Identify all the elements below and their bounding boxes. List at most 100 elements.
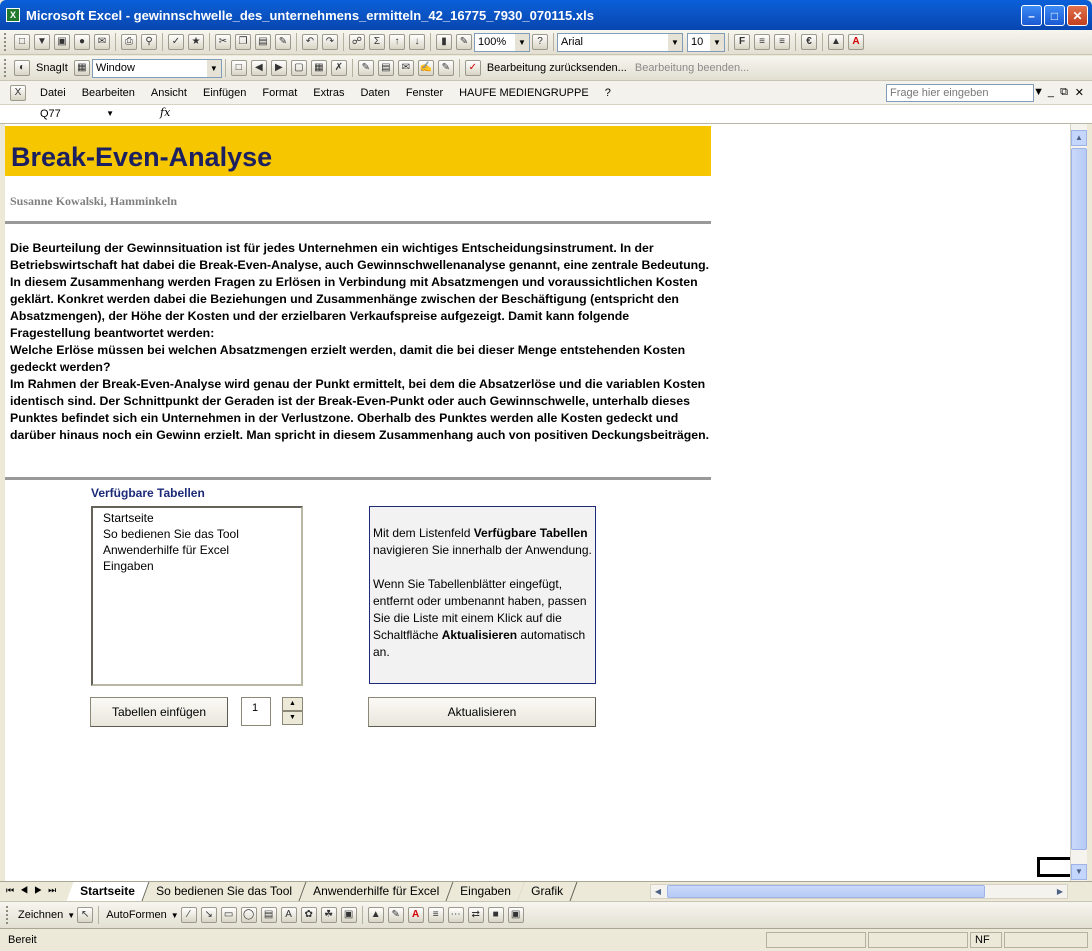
autoshapes-button[interactable]: AutoFormen [106,909,167,921]
doc-minimize-icon[interactable]: _ [1048,86,1054,98]
font-size-select[interactable]: 10 ▼ [687,32,725,52]
chevron-down-icon[interactable]: ▼ [668,33,682,51]
shadow-icon[interactable]: ■ [487,907,504,923]
sort-descending-icon[interactable]: ↓ [409,34,425,50]
track-changes-icon[interactable]: ✎ [357,60,374,76]
tab-so-bedienen[interactable]: So bedienen Sie das Tool [142,882,307,901]
horizontal-scrollbar[interactable]: ◀ ▶ [650,884,1068,899]
scroll-left-icon[interactable]: ◀ [651,885,665,898]
textbox-icon[interactable]: ▤ [260,907,277,923]
chevron-down-icon[interactable]: ▼ [171,911,179,920]
menu-window[interactable]: Fenster [406,87,443,99]
ink-icon[interactable]: ✍ [417,60,434,76]
font-name-select[interactable]: Arial ▼ [557,32,683,52]
format-painter-icon[interactable]: ✎ [275,34,291,50]
font-color-icon[interactable]: A [848,34,864,50]
toolbar-grip[interactable] [6,906,10,924]
snagit-button[interactable]: SnagIt [36,62,68,74]
dash-style-icon[interactable]: ⋯ [447,907,464,923]
delete-comment-icon[interactable]: ✗ [330,60,347,76]
menu-edit[interactable]: Bearbeiten [82,87,135,99]
select-objects-icon[interactable]: ↖ [77,907,94,923]
draw-menu-button[interactable]: Zeichnen [18,909,63,921]
email-icon[interactable]: ✉ [94,34,110,50]
tables-listbox[interactable]: Startseite So bedienen Sie das Tool Anwe… [91,506,303,686]
help-dropdown-icon[interactable]: ▼ [1033,86,1044,98]
scroll-right-icon[interactable]: ▶ [1053,885,1067,898]
minimize-button[interactable]: – [1021,5,1042,26]
picture-icon[interactable]: ▣ [340,907,357,923]
tab-anwenderhilfe[interactable]: Anwenderhilfe für Excel [299,882,454,901]
save-icon[interactable]: ▣ [54,34,70,50]
line-color-icon[interactable]: ✎ [387,907,404,923]
doc-close-icon[interactable]: ✕ [1075,86,1084,99]
scroll-down-icon[interactable]: ▼ [1071,864,1087,880]
maximize-button[interactable]: □ [1044,5,1065,26]
3d-icon[interactable]: ▣ [507,907,524,923]
new-icon[interactable]: □ [14,34,30,50]
cut-icon[interactable]: ✂ [215,34,231,50]
insert-hyperlink-icon[interactable]: ☍ [349,34,365,50]
redo-icon[interactable]: ↷ [322,34,338,50]
reply-changes-icon[interactable]: ✓ [464,60,481,76]
arrow-style-icon[interactable]: ⇄ [467,907,484,923]
list-item[interactable]: Anwenderhilfe für Excel [103,542,291,558]
drawing-icon[interactable]: ✎ [456,34,472,50]
menu-view[interactable]: Ansicht [151,87,187,99]
reply-with-changes-button[interactable]: Bearbeitung zurücksenden... [487,62,627,74]
clipart-icon[interactable]: ☘ [320,907,337,923]
menu-data[interactable]: Daten [360,87,389,99]
fill-color-icon[interactable]: ▲ [367,907,384,923]
currency-button[interactable]: € [801,34,817,50]
next-comment-icon[interactable]: ▶ [270,60,287,76]
list-item[interactable]: Startseite [103,510,291,526]
align-center-icon[interactable]: ≡ [774,34,790,50]
reviewing-pane-icon[interactable]: ▤ [377,60,394,76]
open-icon[interactable]: ▼ [34,34,50,50]
snagit-icon[interactable]: ◐ [14,60,30,76]
research-icon[interactable]: ★ [188,34,204,50]
copy-icon[interactable]: ❐ [235,34,251,50]
line-icon[interactable]: ∕ [180,907,197,923]
print-preview-icon[interactable]: ⚲ [141,34,157,50]
close-button[interactable]: ✕ [1067,5,1088,26]
snagit-settings-icon[interactable]: ▦ [73,60,90,76]
insert-tables-button[interactable]: Tabellen einfügen [90,697,228,727]
tab-eingaben[interactable]: Eingaben [446,882,525,901]
name-box[interactable]: Q77 ▼ [8,106,120,122]
fill-color-icon[interactable]: ▲ [828,34,844,50]
wordart-icon[interactable]: A [280,907,297,923]
menu-insert[interactable]: Einfügen [203,87,246,99]
undo-icon[interactable]: ↶ [302,34,318,50]
previous-comment-icon[interactable]: ◀ [250,60,267,76]
capture-mode-select[interactable]: Window ▼ [91,58,222,78]
tab-grafik[interactable]: Grafik [517,882,578,901]
count-spinner-value[interactable]: 1 [241,697,271,726]
chevron-down-icon[interactable]: ▼ [515,33,529,51]
help-search-input[interactable]: Frage hier eingeben [886,84,1034,102]
menu-file[interactable]: Datei [40,87,66,99]
vertical-scrollbar[interactable]: ▲ ▼ [1070,124,1087,881]
chevron-down-icon[interactable]: ▼ [67,911,75,920]
worksheet[interactable]: Break-Even-Analyse Susanne Kowalski, Ham… [5,124,1071,881]
chevron-down-icon[interactable]: ▼ [206,59,221,77]
oval-icon[interactable]: ◯ [240,907,257,923]
scroll-up-icon[interactable]: ▲ [1071,130,1087,146]
new-comment-icon[interactable]: □ [230,60,247,76]
sort-ascending-icon[interactable]: ↑ [389,34,405,50]
show-comment-icon[interactable]: ▢ [290,60,307,76]
excel-doc-icon[interactable]: X [10,84,26,101]
autosum-icon[interactable]: Σ [369,34,385,50]
show-all-comments-icon[interactable]: ▦ [310,60,327,76]
tab-navigation[interactable]: ⏮◀▶⏭ [6,885,62,896]
toolbar-grip[interactable] [4,59,8,77]
font-color-icon[interactable]: A [407,907,424,923]
tab-startseite[interactable]: Startseite [66,882,150,901]
menu-haufe[interactable]: HAUFE MEDIENGRUPPE [459,87,589,99]
menu-tools[interactable]: Extras [313,87,344,99]
spin-up-icon[interactable]: ▲ [282,697,303,711]
diagram-icon[interactable]: ✿ [300,907,317,923]
list-item[interactable]: Eingaben [103,558,291,574]
menu-format[interactable]: Format [262,87,297,99]
zoom-select[interactable]: 100% ▼ [474,32,530,52]
